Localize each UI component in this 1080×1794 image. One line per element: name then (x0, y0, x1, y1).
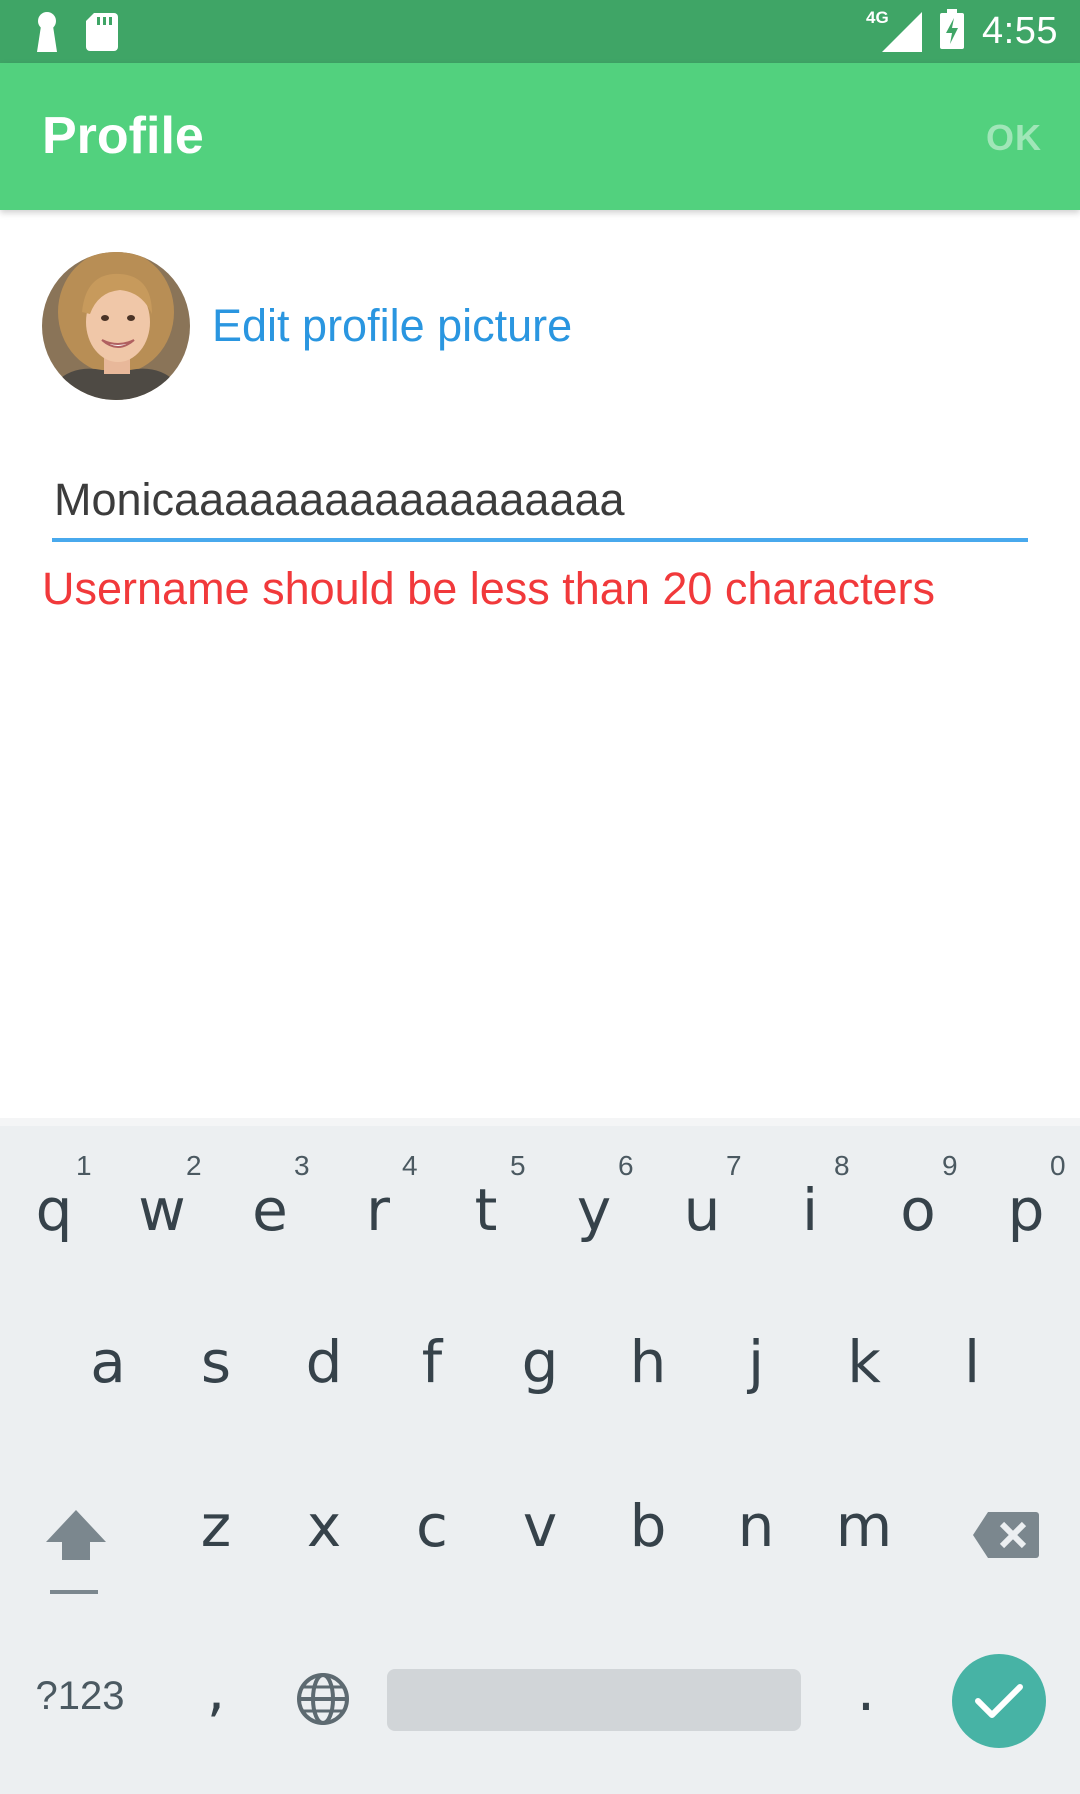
key-label: e (252, 1176, 288, 1244)
key-label: v (522, 1492, 558, 1560)
key-q[interactable]: 1 q (14, 1150, 94, 1280)
username-input[interactable]: Monicaaaaaaaaaaaaaaaaaa (52, 468, 1028, 532)
space-key[interactable] (387, 1669, 801, 1731)
key-label: w (138, 1176, 186, 1244)
key-b[interactable]: b (608, 1492, 688, 1582)
key-label: a (90, 1328, 126, 1396)
username-field[interactable]: Monicaaaaaaaaaaaaaaaaaa (52, 468, 1028, 542)
key-label: c (416, 1492, 448, 1560)
keyhole-icon (34, 12, 60, 57)
key-t[interactable]: 5 t (446, 1150, 526, 1280)
input-underline (52, 538, 1028, 542)
key-label: , (206, 1656, 226, 1724)
key-label: r (366, 1176, 390, 1244)
key-label: m (835, 1492, 893, 1560)
clock: 4:55 (982, 10, 1058, 52)
key-label: l (963, 1328, 981, 1396)
period-key[interactable]: . (846, 1656, 886, 1736)
key-d[interactable]: d (284, 1328, 364, 1418)
profile-picture-row: Edit profile picture (42, 252, 572, 400)
key-label: . (856, 1656, 876, 1724)
key-label: s (200, 1328, 232, 1396)
key-o[interactable]: 9 o (878, 1150, 958, 1280)
key-hint: 4 (402, 1150, 418, 1181)
key-e[interactable]: 3 e (230, 1150, 310, 1280)
key-label: y (576, 1176, 612, 1244)
key-label: t (474, 1176, 498, 1244)
key-label: o (900, 1176, 936, 1244)
key-label: ?123 (35, 1674, 125, 1718)
key-hint: 8 (834, 1150, 850, 1181)
key-z[interactable]: z (176, 1492, 256, 1582)
key-label: i (801, 1176, 819, 1244)
key-label: g (521, 1328, 559, 1396)
shift-icon (46, 1510, 106, 1594)
network-type: 4G (866, 7, 889, 27)
key-p[interactable]: 0 p (986, 1150, 1066, 1280)
key-label: p (1007, 1176, 1045, 1244)
key-l[interactable]: l (932, 1328, 1012, 1418)
key-hint: 9 (942, 1150, 958, 1181)
backspace-key[interactable] (972, 1510, 1040, 1560)
key-hint: 6 (618, 1150, 634, 1181)
key-label: n (737, 1492, 775, 1560)
key-j[interactable]: j (716, 1328, 796, 1418)
battery-charging-icon (940, 9, 965, 54)
key-hint: 1 (76, 1150, 92, 1181)
key-c[interactable]: c (392, 1492, 472, 1582)
symbols-key[interactable]: ?123 (28, 1674, 132, 1724)
key-hint: 7 (726, 1150, 742, 1181)
key-h[interactable]: h (608, 1328, 688, 1418)
key-label: b (629, 1492, 667, 1560)
comma-key[interactable]: , (196, 1656, 236, 1736)
key-i[interactable]: 8 i (770, 1150, 850, 1280)
key-f[interactable]: f (392, 1328, 472, 1418)
key-u[interactable]: 7 u (662, 1150, 742, 1280)
key-label: d (305, 1328, 343, 1396)
key-label: q (35, 1176, 73, 1244)
key-k[interactable]: k (824, 1328, 904, 1418)
language-key[interactable] (296, 1672, 350, 1726)
key-v[interactable]: v (500, 1492, 580, 1582)
key-g[interactable]: g (500, 1328, 580, 1418)
backspace-icon (973, 1512, 1039, 1558)
key-label: k (847, 1328, 881, 1396)
key-hint: 5 (510, 1150, 526, 1181)
key-label: h (629, 1328, 667, 1396)
key-hint: 3 (294, 1150, 310, 1181)
shift-key[interactable] (40, 1506, 112, 1596)
key-a[interactable]: a (68, 1328, 148, 1418)
key-hint: 2 (186, 1150, 202, 1181)
key-label: u (683, 1176, 721, 1244)
done-key[interactable] (952, 1654, 1046, 1748)
key-n[interactable]: n (716, 1492, 796, 1582)
globe-icon (297, 1673, 349, 1725)
key-label: z (200, 1492, 232, 1560)
username-error-text: Username should be less than 20 characte… (42, 563, 935, 614)
checkmark-icon (975, 1684, 1023, 1718)
avatar[interactable] (42, 252, 190, 400)
signal-icon: 4G (866, 8, 923, 52)
key-w[interactable]: 2 w (122, 1150, 202, 1280)
key-x[interactable]: x (284, 1492, 364, 1582)
key-label: x (306, 1492, 342, 1560)
key-m[interactable]: m (824, 1492, 904, 1582)
key-s[interactable]: s (176, 1328, 256, 1418)
key-hint: 0 (1050, 1150, 1066, 1181)
sd-card-icon (86, 13, 118, 56)
app-bar: Profile OK (0, 63, 1080, 210)
ok-button[interactable]: OK (986, 117, 1042, 159)
key-y[interactable]: 6 y (554, 1150, 634, 1280)
status-bar: 4G 4:55 (0, 0, 1080, 63)
edit-profile-picture-link[interactable]: Edit profile picture (212, 300, 572, 352)
page-title: Profile (42, 107, 204, 165)
key-r[interactable]: 4 r (338, 1150, 418, 1280)
key-label: j (747, 1328, 765, 1396)
key-label: f (421, 1328, 443, 1396)
